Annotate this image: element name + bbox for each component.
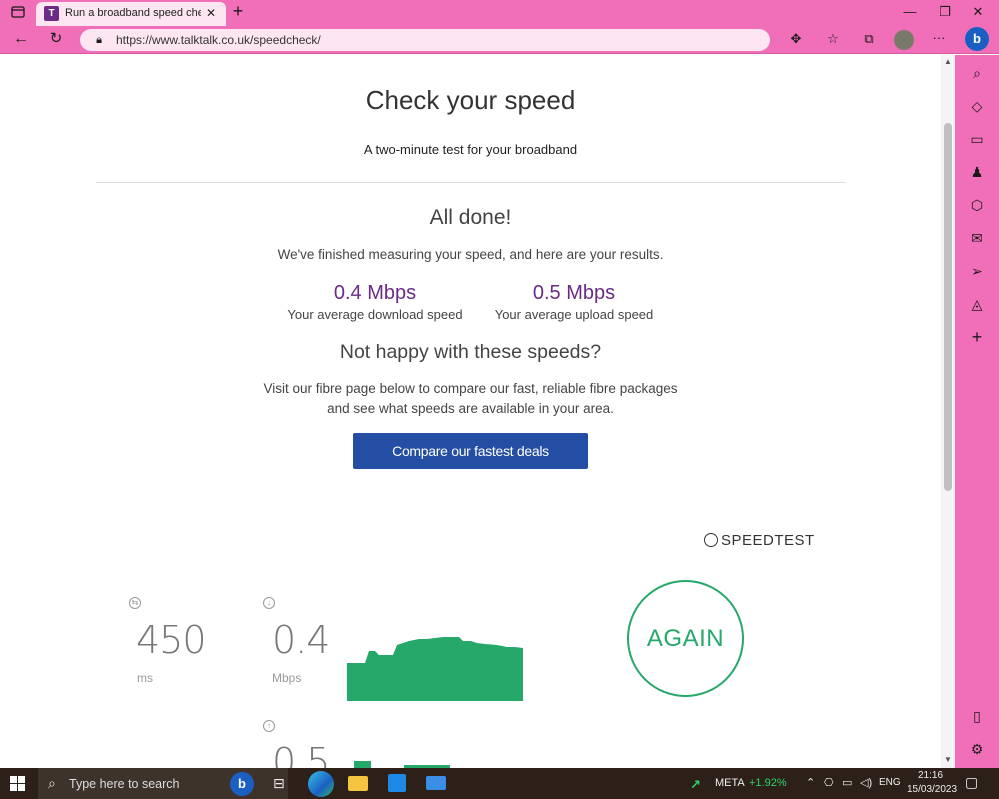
outlook-icon[interactable]: ✉ [967, 228, 987, 248]
tab-actions-icon[interactable] [10, 5, 26, 21]
network-icon[interactable]: ⎔ [824, 776, 834, 789]
edge-sidebar: ⌕ ◇ ▭ ♟ ⬡ ✉ ➢ ◬ + ▯ ⚙ [955, 55, 999, 768]
page-subtitle: A two-minute test for your broadband [363, 142, 578, 157]
task-view-icon[interactable]: ⊟ [273, 775, 285, 792]
send-icon[interactable]: ➢ [967, 261, 987, 281]
download-arrow-icon: ↓ [263, 597, 275, 609]
tab-title: Run a broadband speed check w [65, 7, 201, 19]
page-content: Check your speed A two-minute test for y… [0, 55, 941, 768]
stock-name[interactable]: META [715, 777, 745, 789]
upload-arrow-icon: ↑ [263, 720, 275, 732]
scroll-up-arrow[interactable]: ▲ [944, 57, 952, 66]
favorites-icon[interactable]: ☆ [824, 31, 842, 47]
speedtest-logo: SPEEDTEST [704, 532, 815, 549]
page-title: Check your speed [365, 85, 576, 115]
upload-label: Your average upload speed [494, 307, 654, 322]
language-indicator[interactable]: ENG [879, 777, 901, 788]
search-icon[interactable]: ⌕ [967, 63, 987, 83]
close-tab-icon[interactable]: ✕ [206, 6, 216, 20]
gauge-icon [704, 533, 718, 547]
upload-value: 0.5 Mbps [532, 282, 616, 304]
speedtest-logo-text: SPEEDTEST [721, 532, 815, 549]
ping-unit: ms [137, 671, 153, 685]
search-magnifier-icon: ⌕ [48, 775, 56, 791]
tab-active[interactable]: T Run a broadband speed check w ✕ [36, 2, 226, 26]
upload-graph [354, 761, 450, 768]
download-speed-value: 0.4 [272, 618, 330, 662]
clock-date[interactable]: 15/03/2023 [907, 784, 957, 795]
finished-text: We've finished measuring your speed, and… [277, 247, 664, 262]
scrollbar-thumb[interactable] [944, 123, 952, 491]
stock-chart-icon: ↗ [690, 777, 701, 792]
download-value: 0.4 Mbps [333, 282, 417, 304]
compare-deals-button[interactable]: Compare our fastest deals [353, 433, 588, 469]
collections-icon[interactable]: ⧉ [860, 31, 878, 47]
profile-avatar[interactable] [894, 30, 914, 50]
bing-search-icon[interactable]: b [230, 772, 254, 796]
back-icon[interactable]: ← [12, 31, 30, 47]
games-icon[interactable]: ♟ [967, 162, 987, 182]
upload-speed-value: 0.5 [272, 740, 330, 768]
tray-chevron-icon[interactable]: ⌃ [806, 776, 815, 789]
more-menu-icon[interactable]: ··· [930, 30, 948, 46]
new-tab-icon[interactable]: + [229, 2, 247, 20]
divider [96, 182, 846, 183]
bing-icon[interactable]: b [965, 27, 989, 51]
restore-icon[interactable]: ❐ [937, 4, 953, 20]
url-text[interactable]: https://www.talktalk.co.uk/speedcheck/ [116, 33, 321, 47]
store-icon[interactable] [388, 774, 406, 792]
microsoft-365-icon[interactable]: ⬡ [967, 195, 987, 215]
sidebar-toggle-icon[interactable]: ▯ [967, 706, 987, 726]
visit-text-line2: and see what speeds are available in you… [327, 401, 614, 416]
edge-taskbar-icon[interactable] [308, 771, 334, 797]
taskbar-search[interactable]: ⌕ Type here to search b [38, 768, 288, 799]
done-heading: All done! [429, 206, 512, 229]
close-window-icon[interactable]: ✕ [970, 4, 986, 20]
taskbar-search-placeholder: Type here to search [69, 777, 180, 791]
settings-gear-icon[interactable]: ⚙ [967, 739, 987, 759]
visit-text-line1: Visit our fibre page below to compare ou… [263, 381, 678, 396]
extensions-icon[interactable]: ✥ [787, 31, 805, 47]
lock-icon[interactable]: 🔒︎ [92, 32, 106, 48]
shopping-tag-icon[interactable]: ◇ [967, 96, 987, 116]
drop-icon[interactable]: ◬ [967, 294, 987, 314]
notifications-icon[interactable]: ▢ [965, 774, 978, 791]
file-explorer-icon[interactable] [348, 776, 368, 791]
volume-icon[interactable]: ◁) [860, 776, 872, 789]
minimize-icon[interactable]: — [902, 4, 918, 20]
download-speed-unit: Mbps [272, 671, 302, 685]
refresh-icon[interactable]: ↻ [47, 31, 65, 47]
clock-time[interactable]: 21:16 [918, 770, 943, 781]
address-bar[interactable]: 🔒︎ https://www.talktalk.co.uk/speedcheck… [80, 29, 770, 51]
again-button[interactable]: AGAIN [627, 580, 744, 697]
talktalk-favicon-icon: T [44, 6, 59, 21]
add-icon[interactable]: + [967, 327, 987, 347]
windows-start-icon[interactable] [10, 776, 25, 791]
stock-change[interactable]: +1.92% [749, 777, 787, 789]
download-label: Your average download speed [287, 307, 463, 322]
unhappy-heading: Not happy with these speeds? [339, 341, 602, 363]
tools-icon[interactable]: ▭ [967, 129, 987, 149]
tab-bar: T Run a broadband speed check w ✕ + — ❐ … [0, 0, 999, 26]
page-scrollbar[interactable]: ▲ ▼ [941, 55, 955, 768]
download-result: 0.4 Mbps Your average download speed [275, 282, 475, 322]
taskbar: ⌕ Type here to search b ⊟ ↗ META +1.92% … [0, 768, 999, 799]
download-graph [347, 637, 523, 701]
ping-icon: ⇆ [129, 597, 141, 609]
upload-result: 0.5 Mbps Your average upload speed [474, 282, 674, 322]
mail-icon[interactable] [426, 776, 446, 790]
scroll-down-arrow[interactable]: ▼ [944, 755, 952, 764]
wifi-icon[interactable]: ▭ [842, 776, 852, 789]
ping-value: 450 [136, 618, 207, 662]
